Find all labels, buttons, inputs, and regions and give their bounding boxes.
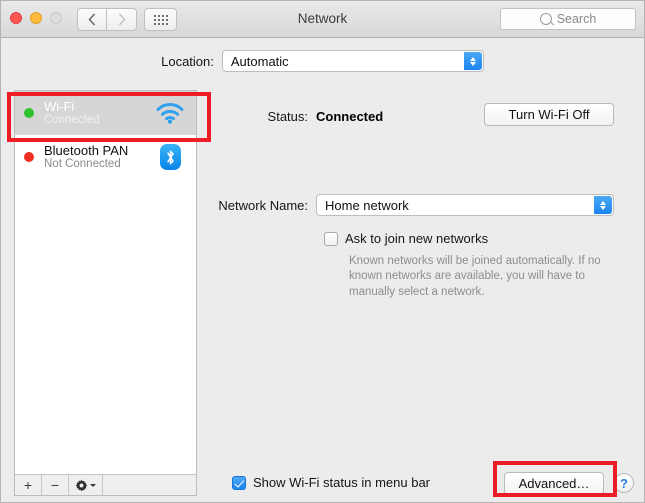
search-input[interactable]: Search [500, 8, 636, 30]
location-label: Location: [161, 54, 214, 69]
sidebar-item-bluetooth-pan[interactable]: Bluetooth PAN Not Connected [15, 135, 196, 179]
network-name-selected-value: Home network [325, 198, 409, 213]
search-icon [540, 13, 552, 25]
status-dot-connected [24, 108, 34, 118]
sidebar-item-wifi-label: Wi-Fi [44, 99, 153, 114]
ask-to-join-row[interactable]: Ask to join new networks [324, 231, 488, 246]
ask-to-join-checkbox[interactable] [324, 232, 338, 246]
location-dropdown[interactable]: Automatic [222, 50, 484, 72]
network-name-row: Network Name: Home network [204, 194, 631, 216]
location-row: Location: Automatic [1, 38, 644, 84]
sidebar-item-wifi[interactable]: Wi-Fi Connected [15, 91, 196, 135]
network-preferences-window: Network Search Location: Automatic Wi-Fi… [0, 0, 645, 503]
status-value: Connected [316, 109, 383, 124]
show-wifi-status-row[interactable]: Show Wi-Fi status in menu bar [232, 475, 430, 490]
sidebar-item-wifi-status: Connected [44, 114, 153, 128]
show-wifi-status-checkbox[interactable] [232, 476, 246, 490]
wifi-icon [153, 102, 187, 124]
advanced-button[interactable]: Advanced… [504, 472, 604, 495]
sidebar-item-bluetooth-pan-label: Bluetooth PAN [44, 143, 153, 158]
status-dot-not-connected [24, 152, 34, 162]
window-titlebar: Network Search [1, 1, 644, 38]
wifi-detail-pane: Status: Connected Turn Wi-Fi Off Network… [204, 90, 631, 496]
location-selected-value: Automatic [231, 54, 289, 69]
network-name-label: Network Name: [204, 198, 316, 213]
network-services-sidebar: Wi-Fi Connected Bluetooth PAN Not Co [14, 90, 197, 496]
turn-wifi-off-button[interactable]: Turn Wi-Fi Off [484, 103, 614, 126]
window-footer: Show Wi-Fi status in menu bar Advanced… … [1, 462, 644, 502]
network-services-list: Wi-Fi Connected Bluetooth PAN Not Co [15, 91, 196, 474]
stepper-arrows-icon[interactable] [594, 196, 612, 214]
search-placeholder: Search [557, 12, 597, 26]
status-label: Status: [204, 109, 316, 124]
network-name-dropdown[interactable]: Home network [316, 194, 614, 216]
stepper-arrows-icon[interactable] [464, 52, 482, 70]
show-wifi-status-label: Show Wi-Fi status in menu bar [253, 475, 430, 490]
bluetooth-icon [153, 144, 187, 170]
help-button[interactable]: ? [614, 473, 634, 493]
sidebar-item-bluetooth-pan-status: Not Connected [44, 158, 153, 172]
ask-to-join-label: Ask to join new networks [345, 231, 488, 246]
ask-to-join-help-text: Known networks will be joined automatica… [349, 254, 617, 300]
